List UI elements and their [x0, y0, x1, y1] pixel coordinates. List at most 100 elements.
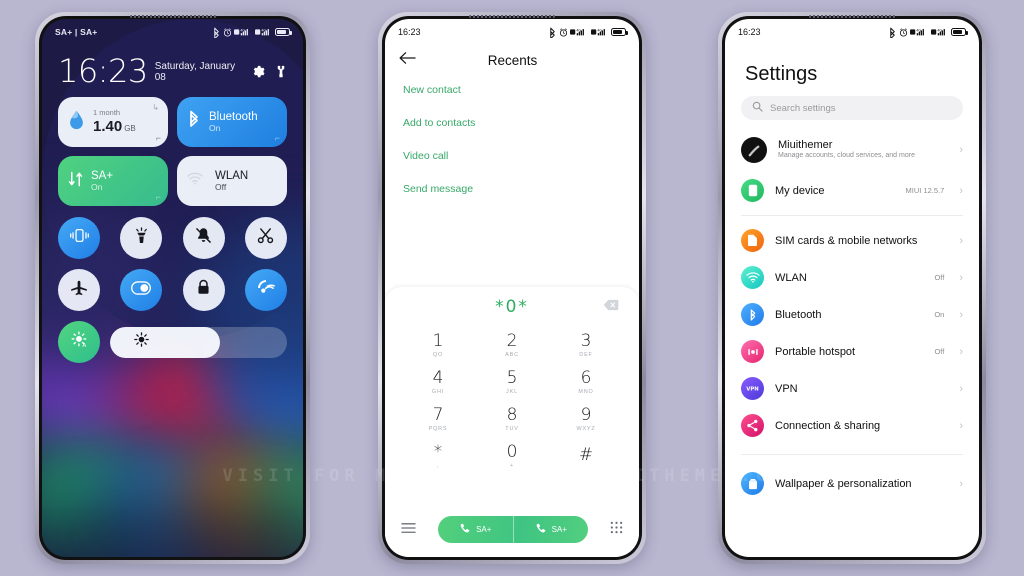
call-icon [535, 523, 547, 537]
expand-corner-icon[interactable]: ⌐ [275, 133, 280, 143]
tile-wlan-text: WLAN Off [215, 170, 248, 193]
sim1-signal-icon: 4G [234, 28, 248, 36]
gear-icon[interactable] [252, 65, 265, 86]
key-digit: 5 [506, 367, 518, 388]
lock-icon [196, 279, 211, 301]
number-display-row: *0* [385, 287, 639, 327]
key-2[interactable]: 2 ABC [475, 327, 549, 364]
action-video-call[interactable]: Video call [403, 150, 621, 162]
svg-text:4G: 4G [597, 28, 602, 32]
action-add-to-contacts[interactable]: Add to contacts [403, 117, 621, 129]
toggle-airplane[interactable] [58, 269, 100, 312]
key-star[interactable]: *, [401, 438, 475, 475]
key-letters: QO [432, 351, 444, 358]
keypad-icon[interactable] [610, 521, 623, 539]
brightness-slider[interactable] [110, 326, 287, 358]
dialer-actions: New contact Add to contacts Video call S… [385, 72, 639, 195]
call-button-sim1[interactable]: SA+ [438, 516, 513, 543]
key-7[interactable]: 7 PQRS [401, 401, 475, 438]
settings-row-sim-cards[interactable]: SIM cards & mobile networks › [725, 222, 979, 259]
tile-bluetooth[interactable]: Bluetooth On ⌐ [177, 97, 287, 148]
cast-icon [257, 279, 275, 302]
tile-mobile-data-text: SA+ On [91, 170, 113, 193]
phone2-screen: 16:23 4G 4G Recents New contact Add to c… [385, 19, 639, 557]
chevron-right-icon: › [959, 345, 963, 358]
status-icons: 4G 4G [213, 27, 292, 38]
tile-data-usage[interactable]: 1 month 1.40 GB ⌐ ↳ [58, 97, 168, 148]
toggle-auto-brightness[interactable]: A [58, 321, 100, 364]
settings-row-wlan[interactable]: WLAN Off › [725, 259, 979, 296]
chevron-right-icon: › [959, 144, 963, 156]
action-send-message[interactable]: Send message [403, 183, 621, 195]
tile-corner-badge: ↳ [152, 103, 159, 113]
avatar-icon [741, 137, 767, 163]
key-4[interactable]: 4 GHI [401, 364, 475, 401]
toggle-silent[interactable] [182, 217, 225, 260]
bluetooth-icon [187, 110, 201, 135]
expand-corner-icon[interactable]: ⌐ [156, 133, 161, 143]
tile-wlan[interactable]: WLAN Off [177, 156, 287, 207]
menu-icon[interactable] [401, 521, 416, 539]
edit-toggles-icon[interactable] [275, 65, 287, 86]
key-letters: + [509, 462, 514, 469]
phone3-bezel: 16:23 4G 4G Settings Search settings Miu… [722, 15, 982, 560]
toggle-cast[interactable] [244, 269, 287, 312]
key-1[interactable]: 1 QO [401, 327, 475, 364]
status-bar: 16:23 4G 4G [725, 19, 979, 45]
svg-text:4G: 4G [240, 28, 245, 32]
key-6[interactable]: 6 MNO [549, 364, 623, 401]
expand-corner-icon[interactable]: ⌐ [156, 192, 161, 202]
page-title: Recents [487, 53, 538, 68]
settings-row-value: Off [934, 273, 945, 282]
action-new-contact[interactable]: New contact [403, 84, 621, 96]
vibrate-icon [69, 228, 89, 248]
backspace-icon[interactable] [603, 298, 619, 316]
quick-toggles [42, 206, 303, 312]
call-button-label: SA+ [551, 525, 567, 534]
toggle-vibrate[interactable] [58, 217, 100, 260]
key-digit: 8 [506, 404, 518, 425]
settings-row-my-device[interactable]: My device MIUI 12.5.7 › [725, 172, 979, 209]
wifi-icon [187, 172, 203, 190]
toggle-dark-mode[interactable] [120, 269, 163, 312]
data-transfer-icon [68, 170, 83, 193]
key-digit: # [578, 444, 594, 465]
call-button-sim2[interactable]: SA+ [512, 516, 589, 543]
toggle-flashlight[interactable] [120, 217, 163, 260]
svg-text:4G: 4G [916, 28, 921, 32]
tile-data-usage-text: 1 month 1.40 GB [93, 109, 136, 135]
settings-row-vpn[interactable]: VPN VPN › [725, 370, 979, 407]
earpiece-speaker [129, 15, 216, 18]
settings-row-label: Miuithemer Manage accounts, cloud servic… [778, 139, 948, 161]
settings-row-wallpaper[interactable]: Wallpaper & personalization › [725, 465, 979, 502]
key-9[interactable]: 9 WXYZ [549, 401, 623, 438]
settings-row-label: Connection & sharing [775, 419, 881, 432]
key-3[interactable]: 3 DEF [549, 327, 623, 364]
key-digit: 2 [506, 330, 518, 351]
toggle-screenshot[interactable] [244, 217, 287, 260]
key-5[interactable]: 5 JKL [475, 364, 549, 401]
settings-divider [741, 454, 963, 455]
key-8[interactable]: 8 TUV [475, 401, 549, 438]
tile-mobile-data[interactable]: SA+ On ⌐ [58, 156, 168, 207]
screenshot-stage: SA+ | SA+ 4G 4G 16:23 Saturday, January … [0, 0, 1024, 576]
settings-row-account[interactable]: Miuithemer Manage accounts, cloud servic… [725, 128, 979, 172]
key-hash[interactable]: # [549, 438, 623, 475]
search-settings-input[interactable]: Search settings [741, 96, 963, 120]
phone-settings: 16:23 4G 4G Settings Search settings Miu… [718, 12, 986, 564]
status-bar: SA+ | SA+ 4G 4G [42, 19, 303, 45]
brightness-icon [134, 332, 149, 352]
auto-brightness-icon: A [70, 331, 88, 353]
settings-row-connection-sharing[interactable]: Connection & sharing › [725, 407, 979, 444]
settings-row-portable-hotspot[interactable]: Portable hotspot Off › [725, 333, 979, 370]
settings-list: Miuithemer Manage accounts, cloud servic… [725, 128, 979, 502]
keypad-grid: 1 QO 2 ABC 3 DEF 4 GHI 5 JKL 6 MNO 7 PQRS 8 TUV … [385, 327, 639, 475]
sim2-signal-icon: 4G [254, 28, 269, 36]
svg-text:4G: 4G [261, 28, 266, 32]
key-0[interactable]: 0 + [475, 438, 549, 475]
dialed-number[interactable]: *0* [495, 297, 529, 317]
call-button-label: SA+ [476, 525, 492, 534]
toggle-lock[interactable] [182, 269, 225, 312]
settings-row-bluetooth[interactable]: Bluetooth On › [725, 296, 979, 333]
settings-divider [741, 215, 963, 216]
